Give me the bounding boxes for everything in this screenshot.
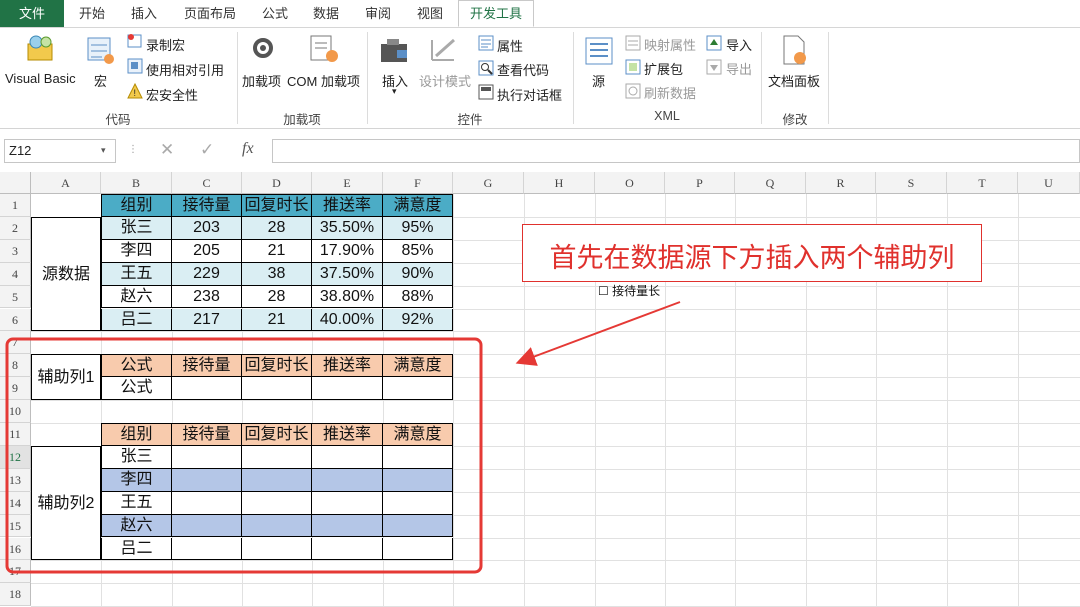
arrow-icon xyxy=(515,301,681,366)
highlight-overlay xyxy=(5,301,681,574)
highlight-rectangle xyxy=(5,337,483,574)
